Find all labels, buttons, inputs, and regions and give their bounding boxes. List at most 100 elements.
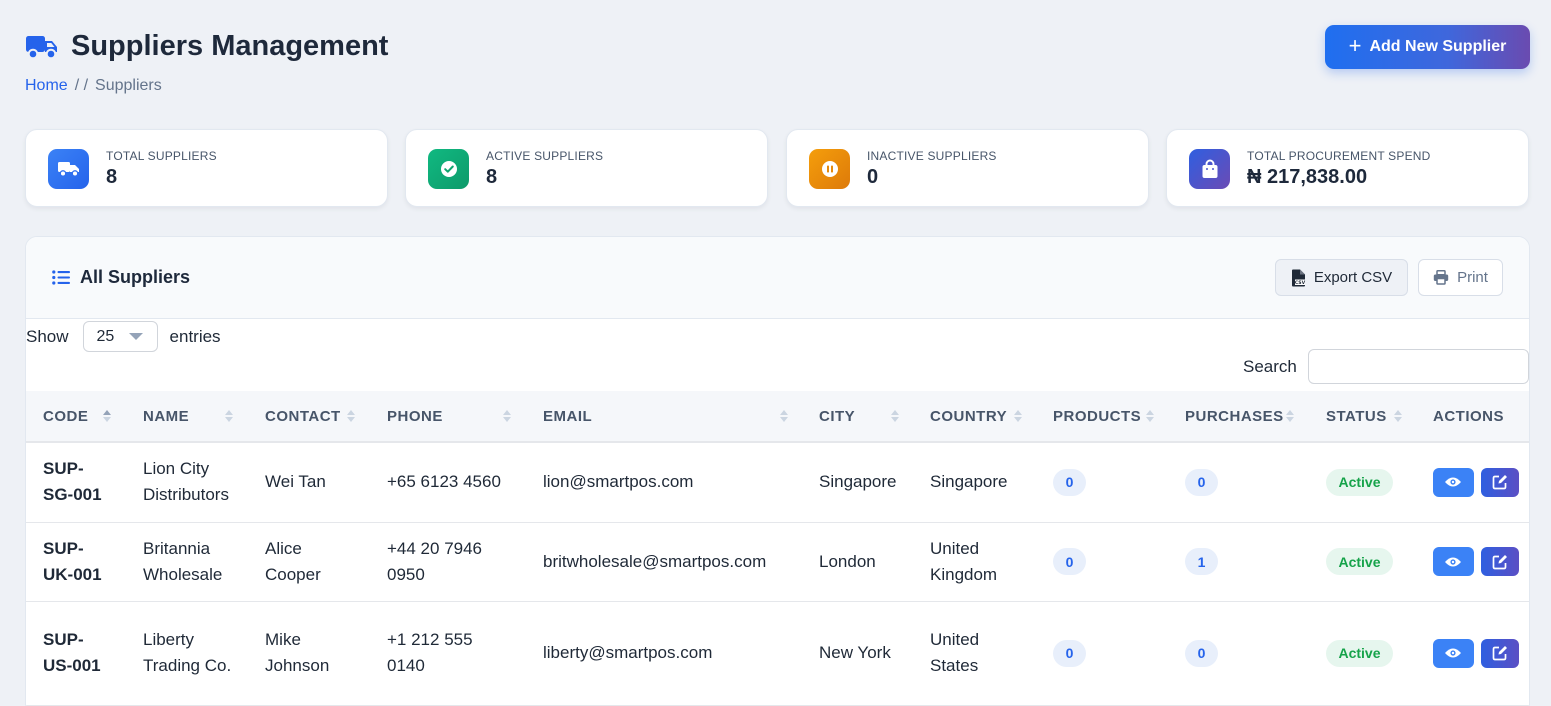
breadcrumb-separator: / / xyxy=(74,77,89,94)
sort-icon xyxy=(1394,410,1402,422)
cell-status: Active xyxy=(1309,442,1416,523)
view-button[interactable] xyxy=(1433,467,1474,497)
stat-label: INACTIVE SUPPLIERS xyxy=(867,149,997,163)
plus-icon: + xyxy=(1348,33,1362,58)
table-header-row: CODE NAME CONTACT PHONE EMAIL CITY COUNT… xyxy=(26,391,1529,443)
sort-icon xyxy=(1014,410,1022,422)
products-count-badge: 0 xyxy=(1053,548,1086,575)
check-circle-icon xyxy=(428,149,469,189)
sort-icon xyxy=(347,410,355,422)
export-csv-button[interactable]: CSV Export CSV xyxy=(1275,259,1408,296)
sort-icon xyxy=(503,410,511,422)
cell-purchases: 0 xyxy=(1168,442,1309,523)
entries-label: entries xyxy=(169,326,221,346)
column-header-code[interactable]: CODE xyxy=(26,391,126,443)
column-header-contact[interactable]: CONTACT xyxy=(248,391,370,443)
column-header-email[interactable]: EMAIL xyxy=(526,391,802,443)
entries-select-value: 25 xyxy=(96,327,115,345)
column-header-status[interactable]: STATUS xyxy=(1309,391,1416,443)
cell-country: Singapore xyxy=(913,442,1036,523)
cell-phone: +1 212 555 0140 xyxy=(370,601,526,706)
breadcrumb-home-link[interactable]: Home xyxy=(25,77,68,95)
table-row: SUP-SG-001 Lion City Distributors Wei Ta… xyxy=(26,442,1529,523)
pause-circle-icon xyxy=(809,149,850,189)
stat-card-spend: TOTAL PROCUREMENT SPEND ₦ 217,838.00 xyxy=(1166,129,1529,207)
cell-purchases: 0 xyxy=(1168,601,1309,706)
column-header-actions: ACTIONS xyxy=(1416,391,1529,443)
purchases-count-badge: 0 xyxy=(1185,639,1218,667)
entries-length-control: Show 25 entries xyxy=(26,319,221,352)
products-count-badge: 0 xyxy=(1053,639,1086,667)
column-header-phone[interactable]: PHONE xyxy=(370,391,526,443)
purchases-count-badge: 1 xyxy=(1185,548,1218,575)
sort-icon xyxy=(780,410,788,422)
cell-phone: +65 6123 4560 xyxy=(370,442,526,523)
table-row: SUP-UK-001 Britannia Wholesale Alice Coo… xyxy=(26,522,1529,602)
cell-email: britwholesale@smartpos.com xyxy=(526,522,802,602)
suppliers-page: Suppliers Management Home / / Suppliers … xyxy=(0,0,1551,706)
print-label: Print xyxy=(1457,269,1488,286)
cell-products: 0 xyxy=(1036,522,1168,602)
panel-header: All Suppliers CSV Export CSV Print xyxy=(26,237,1529,319)
cell-products: 0 xyxy=(1036,601,1168,706)
stat-value: 0 xyxy=(867,166,879,188)
stat-value: 8 xyxy=(486,166,498,188)
edit-icon xyxy=(1492,554,1507,569)
cell-email: lion@smartpos.com xyxy=(526,442,802,523)
cell-contact: Wei Tan xyxy=(248,442,370,523)
cell-email: liberty@smartpos.com xyxy=(526,601,802,706)
sort-icon xyxy=(1146,410,1154,422)
column-header-city[interactable]: CITY xyxy=(802,391,913,443)
page-title-text: Suppliers Management xyxy=(71,30,389,62)
cell-phone: +44 20 7946 0950 xyxy=(370,522,526,602)
cell-contact: Mike Johnson xyxy=(248,601,370,706)
edit-button[interactable] xyxy=(1480,467,1519,497)
printer-icon xyxy=(1433,270,1449,285)
list-icon xyxy=(52,270,70,285)
export-csv-label: Export CSV xyxy=(1313,269,1393,286)
cell-contact: Alice Cooper xyxy=(248,522,370,602)
cell-country: United Kingdom xyxy=(913,522,1036,602)
stat-label: TOTAL PROCUREMENT SPEND xyxy=(1247,149,1431,163)
truck-icon xyxy=(26,35,57,59)
eye-icon xyxy=(1445,648,1462,658)
edit-icon xyxy=(1492,475,1507,490)
print-button[interactable]: Print xyxy=(1418,259,1503,296)
column-header-name[interactable]: NAME xyxy=(126,391,248,443)
eye-icon xyxy=(1445,557,1462,566)
products-count-badge: 0 xyxy=(1053,468,1086,496)
view-button[interactable] xyxy=(1433,547,1474,576)
cell-code: SUP-US-001 xyxy=(26,601,126,706)
svg-text:CSV: CSV xyxy=(1295,280,1306,286)
add-supplier-button[interactable]: + Add New Supplier xyxy=(1325,25,1530,69)
search-input[interactable] xyxy=(1308,349,1529,384)
column-header-products[interactable]: PRODUCTS xyxy=(1036,391,1168,443)
add-supplier-label: Add New Supplier xyxy=(1369,38,1507,55)
entries-select[interactable]: 25 xyxy=(82,321,158,352)
panel-title-text: All Suppliers xyxy=(80,267,191,287)
stat-label: TOTAL SUPPLIERS xyxy=(106,149,217,163)
stat-value: ₦ 217,838.00 xyxy=(1247,166,1368,188)
page-title: Suppliers Management xyxy=(25,30,388,63)
edit-icon xyxy=(1492,646,1507,661)
stat-card-active: ACTIVE SUPPLIERS 8 xyxy=(405,129,768,207)
suppliers-panel: All Suppliers CSV Export CSV Print Show … xyxy=(25,236,1530,706)
view-button[interactable] xyxy=(1433,638,1474,668)
truck-icon xyxy=(48,149,89,189)
sort-asc-icon xyxy=(103,410,111,422)
status-badge: Active xyxy=(1326,639,1393,667)
cell-actions xyxy=(1416,442,1529,523)
sort-icon xyxy=(891,410,899,422)
stat-card-total: TOTAL SUPPLIERS 8 xyxy=(25,129,388,207)
column-header-purchases[interactable]: PURCHASES xyxy=(1168,391,1309,443)
sort-icon xyxy=(225,410,233,422)
edit-button[interactable] xyxy=(1480,547,1519,576)
stat-label: ACTIVE SUPPLIERS xyxy=(486,149,604,163)
edit-button[interactable] xyxy=(1480,638,1519,668)
stat-card-inactive: INACTIVE SUPPLIERS 0 xyxy=(786,129,1149,207)
panel-title: All Suppliers xyxy=(52,267,190,288)
column-header-country[interactable]: COUNTRY xyxy=(913,391,1036,443)
cell-status: Active xyxy=(1309,601,1416,706)
cell-actions xyxy=(1416,522,1529,602)
stat-value: 8 xyxy=(106,166,118,188)
